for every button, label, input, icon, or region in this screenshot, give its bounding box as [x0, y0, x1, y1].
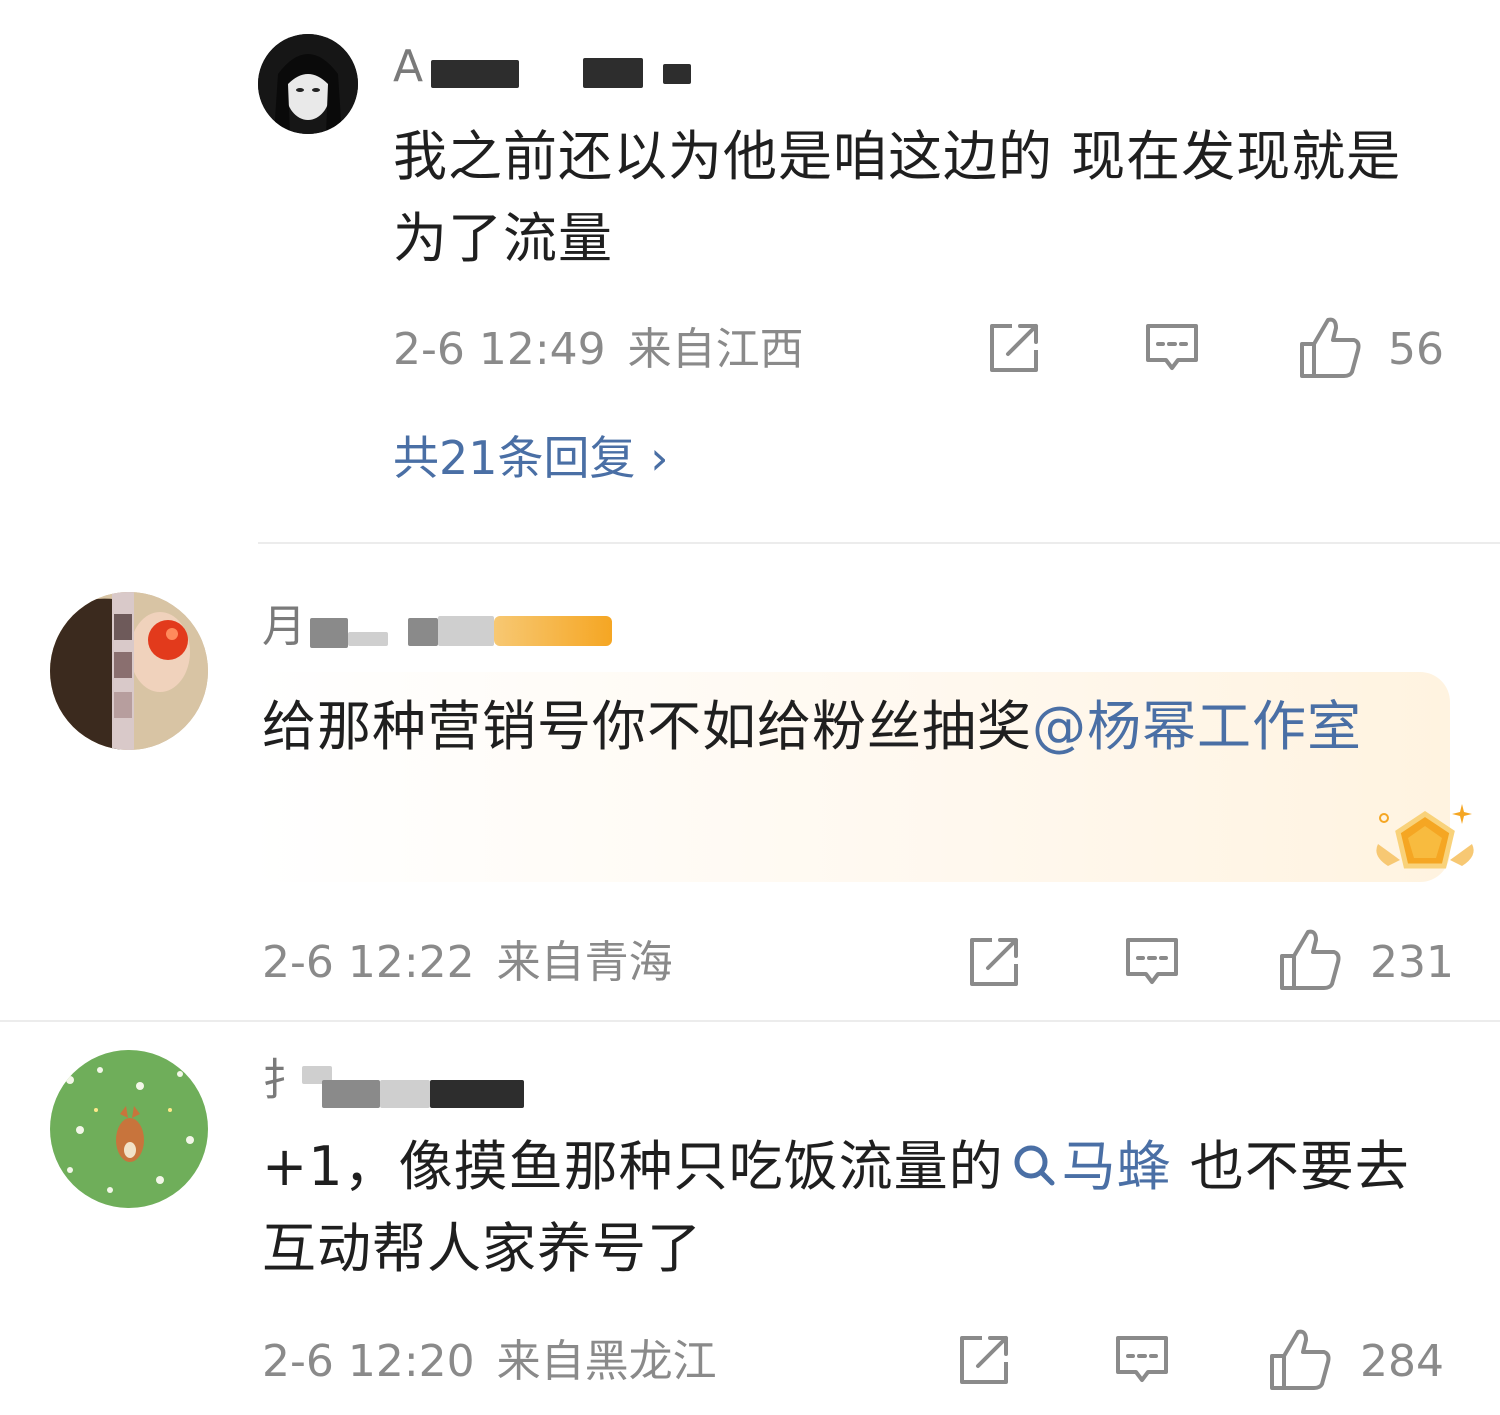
username-redaction: [663, 64, 691, 84]
gold-badge-icon: [1376, 804, 1474, 869]
like-count: 231: [1370, 937, 1454, 988]
share-icon[interactable]: [984, 318, 1044, 378]
username-redaction: [430, 1080, 524, 1108]
share-icon[interactable]: [954, 1330, 1014, 1390]
thumbs-up-icon[interactable]: [1266, 1326, 1334, 1394]
username-redaction: [438, 616, 494, 646]
topic-link[interactable]: 马蜂: [1004, 1135, 1172, 1198]
view-replies-link[interactable]: 共21条回复 ›: [393, 432, 669, 484]
comment-meta: 2-6 12:20 来自黑龙江: [262, 1337, 717, 1387]
comment-location: 来自黑龙江: [496, 1336, 717, 1387]
comment-icon[interactable]: [1142, 318, 1202, 378]
username-redaction: [310, 618, 348, 648]
comment-time: 2-6 12:20: [262, 1336, 475, 1387]
divider: [0, 1020, 1500, 1022]
comment-icon[interactable]: [1122, 932, 1182, 992]
comment-location: 来自江西: [627, 324, 804, 375]
comment-meta: 2-6 12:49 来自江西: [393, 325, 804, 375]
comment-text: +1，像摸鱼那种只吃饭流量的 马蜂 也不要去互动帮人家养号了: [262, 1126, 1432, 1290]
search-icon: [1014, 1145, 1055, 1186]
username-redaction: [380, 1080, 430, 1108]
comment-text-body: +1，像摸鱼那种只吃饭流量的: [262, 1135, 1004, 1198]
mention-link[interactable]: @杨幂工作室: [1032, 695, 1362, 758]
comment-time: 2-6 12:49: [393, 324, 606, 375]
username[interactable]: 月: [262, 602, 622, 652]
like-count: 56: [1388, 324, 1444, 375]
topic-label: 马蜂: [1061, 1135, 1172, 1198]
comment-icon[interactable]: [1112, 1330, 1172, 1390]
comment-location: 来自青海: [496, 937, 673, 988]
comment-time: 2-6 12:22: [262, 937, 475, 988]
thumbs-up-icon[interactable]: [1276, 926, 1344, 994]
username-redaction: [348, 632, 388, 646]
username[interactable]: A: [393, 42, 713, 92]
username-redaction: [322, 1080, 380, 1108]
comment-meta: 2-6 12:22 来自青海: [262, 938, 673, 988]
avatar[interactable]: [258, 34, 358, 134]
avatar[interactable]: [50, 592, 208, 750]
like-count: 284: [1360, 1336, 1444, 1387]
username-redaction: [431, 60, 519, 88]
divider: [258, 542, 1500, 544]
username-redaction: [408, 618, 438, 646]
username[interactable]: 扌: [262, 1056, 562, 1108]
comment-text-body: 给那种营销号你不如给粉丝抽奖: [262, 695, 1032, 758]
share-icon[interactable]: [964, 932, 1024, 992]
username-redaction: [494, 616, 612, 646]
thumbs-up-icon[interactable]: [1296, 314, 1364, 382]
comment-text: 我之前还以为他是咱这边的 现在发现就是为了流量: [393, 125, 1402, 270]
avatar[interactable]: [50, 1050, 208, 1208]
comment-text: 给那种营销号你不如给粉丝抽奖@杨幂工作室: [262, 686, 1412, 768]
username-redaction: [583, 58, 643, 88]
